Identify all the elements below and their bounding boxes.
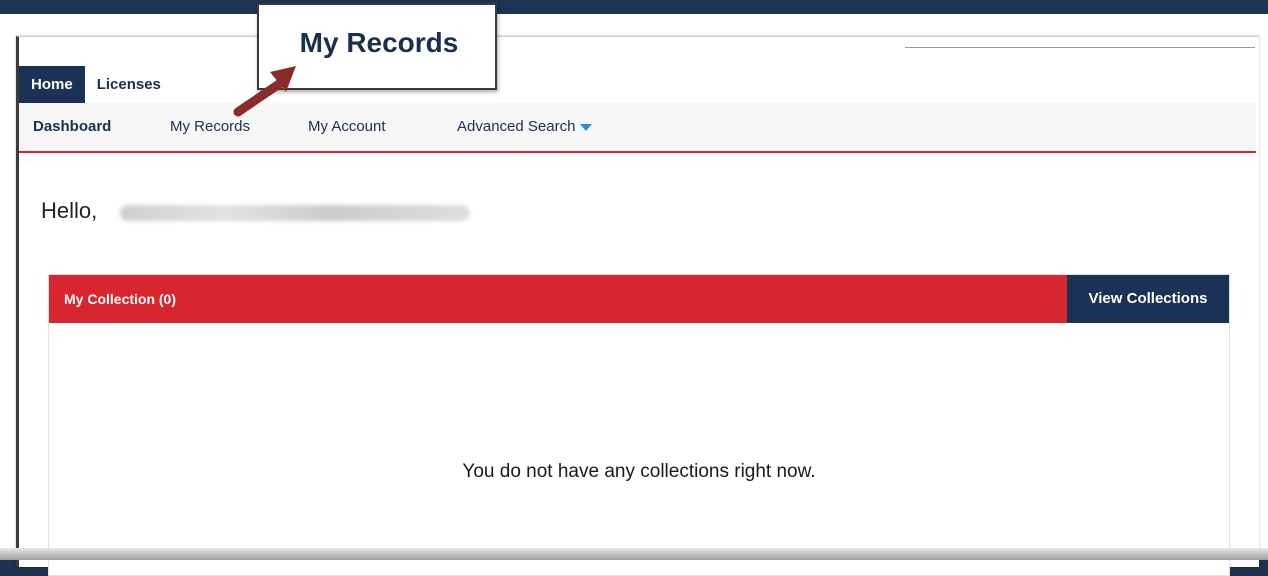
redacted-username (120, 205, 470, 221)
top-band (0, 0, 1268, 14)
collection-title: My Collection (0) (64, 291, 177, 307)
subnav-dashboard[interactable]: Dashboard (33, 103, 111, 151)
advanced-search-label: Advanced Search (457, 118, 576, 135)
tab-home[interactable]: Home (19, 66, 85, 110)
collection-panel: My Collection (0) View Collections You d… (48, 274, 1230, 576)
empty-collections-message: You do not have any collections right no… (462, 461, 816, 482)
tab-licenses[interactable]: Licenses (85, 66, 173, 103)
greeting: Hello, (41, 198, 98, 223)
main-tabs: Home Licenses (19, 66, 173, 110)
pointer-arrow-icon (233, 66, 296, 117)
chevron-down-icon (580, 123, 593, 131)
header-divider (905, 47, 1255, 48)
bottom-edge-shadow (0, 548, 1268, 560)
sub-navigation: Dashboard My Records My Account Advanced… (19, 103, 1256, 153)
view-collections-button[interactable]: View Collections (1067, 275, 1229, 323)
subnav-advanced-search[interactable]: Advanced Search (457, 103, 593, 151)
callout-label: My Records (299, 27, 459, 58)
collection-header: My Collection (0) View Collections (49, 275, 1229, 323)
subnav-my-account[interactable]: My Account (308, 103, 386, 151)
